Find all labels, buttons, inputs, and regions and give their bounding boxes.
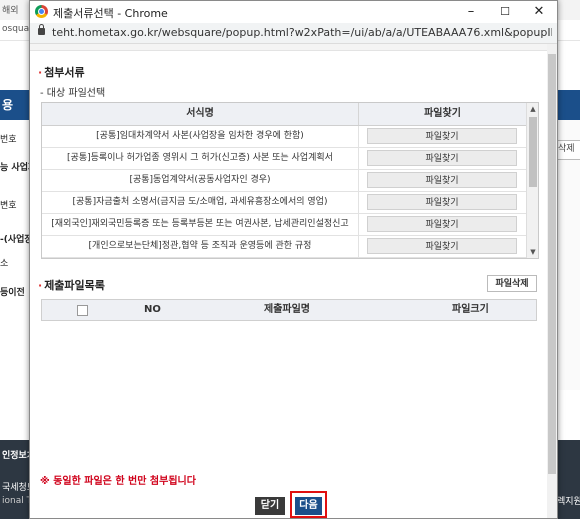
- title-bar: 제출서류선택 - Chrome – ☐ ✕: [30, 1, 557, 23]
- file-search-button[interactable]: 파일찾기: [367, 150, 517, 166]
- col-file-name: 제출파일명: [264, 304, 310, 315]
- file-search-button[interactable]: 파일찾기: [367, 172, 517, 188]
- window-scrollbar-thumb[interactable]: [548, 54, 556, 474]
- next-button-highlight: 다음: [290, 491, 327, 518]
- minimize-button[interactable]: –: [454, 1, 488, 23]
- bg-footer-text: 렉지원: [557, 497, 580, 507]
- form-name: [공통]등록이나 허가업종 영위시 그 허가(신고증) 사본 또는 사업계획서: [42, 148, 359, 169]
- scrollbar-thumb[interactable]: [529, 117, 537, 187]
- content-top-strip: [30, 44, 557, 51]
- table-row: [재외국인]재외국민등록증 또는 등록부등본 또는 여권사본, 납세관리인설정신…: [42, 214, 526, 236]
- file-list-header: NO 제출파일명 파일크기: [41, 299, 537, 321]
- table-row: [공통]등록이나 허가업종 영위시 그 허가(신고증) 사본 또는 사업계획서 …: [42, 148, 526, 170]
- popup-window: 제출서류선택 - Chrome – ☐ ✕ teht.hometax.go.kr…: [29, 0, 558, 519]
- col-form-name: 서식명: [42, 103, 359, 125]
- bg-delete-button[interactable]: 삭제: [557, 140, 580, 160]
- col-file-search: 파일찾기: [424, 108, 461, 119]
- file-list-body: [41, 321, 537, 461]
- table-row: [공통]자금출처 소명서(금지금 도/소매업, 과세유흥장소에서의 영업) 파일…: [42, 192, 526, 214]
- form-name: [공통]동업계약서(공동사업자인 경우): [42, 170, 359, 191]
- file-search-button[interactable]: 파일찾기: [367, 128, 517, 144]
- close-window-button[interactable]: ✕: [522, 1, 556, 23]
- form-name: [개인으로보는단체]정관,협약 등 조직과 운영등에 관한 규정: [42, 236, 359, 257]
- window-title: 제출서류선택 - Chrome: [53, 7, 168, 20]
- chrome-icon: [35, 5, 48, 18]
- file-search-button[interactable]: 파일찾기: [367, 238, 517, 254]
- col-no: NO: [144, 304, 161, 315]
- window-scrollbar[interactable]: [547, 44, 557, 518]
- attach-table: 서식명 파일찾기 [공통]임대차계약서 사본(사업장을 임차한 경우에 한함) …: [41, 102, 539, 259]
- maximize-button[interactable]: ☐: [488, 1, 522, 23]
- duplicate-notice: ※ 동일한 파일은 한 번만 첨부됩니다: [40, 476, 196, 487]
- file-search-button[interactable]: 파일찾기: [367, 216, 517, 232]
- table-row: [개인으로보는단체]정관,협약 등 조직과 운영등에 관한 규정 파일찾기: [42, 236, 526, 258]
- bg-right-header: [557, 90, 580, 120]
- delete-file-button[interactable]: 파일삭제: [487, 275, 537, 292]
- close-button[interactable]: 닫기: [255, 497, 285, 515]
- attach-table-scrollbar[interactable]: ▲ ▼: [526, 103, 538, 258]
- url-text[interactable]: teht.hometax.go.kr/websquare/popup.html?…: [52, 26, 552, 39]
- attach-table-header: 서식명 파일찾기: [42, 103, 526, 126]
- form-name: [재외국인]재외국민등록증 또는 등록부등본 또는 여권사본, 납세관리인설정신…: [42, 214, 359, 235]
- next-button[interactable]: 다음: [295, 497, 322, 515]
- table-row: [공통]임대차계약서 사본(사업장을 임차한 경우에 한함) 파일찾기: [42, 126, 526, 148]
- file-search-button[interactable]: 파일찾기: [367, 194, 517, 210]
- scroll-up-arrow-icon[interactable]: ▲: [527, 103, 538, 115]
- form-name: [공통]임대차계약서 사본(사업장을 임차한 경우에 한함): [42, 126, 359, 147]
- address-bar[interactable]: teht.hometax.go.kr/websquare/popup.html?…: [30, 23, 557, 44]
- form-name: [공통]자금출처 소명서(금지금 도/소매업, 과세유흥장소에서의 영업): [42, 192, 359, 213]
- popup-content: 첨부서류 - 대상 파일선택 서식명 파일찾기 [공통]임대차계약서 사본(사업…: [30, 44, 557, 518]
- lock-icon: [38, 24, 45, 35]
- col-file-size: 파일크기: [452, 304, 489, 315]
- bg-bookmark-text: 해외: [2, 6, 19, 16]
- attach-subtitle: - 대상 파일선택: [40, 88, 106, 99]
- scroll-down-arrow-icon[interactable]: ▼: [527, 246, 538, 258]
- bg-right-panel: [556, 90, 580, 390]
- attach-section-title: 첨부서류: [38, 64, 84, 80]
- table-row: [공통]동업계약서(공동사업자인 경우) 파일찾기: [42, 170, 526, 192]
- file-list-title: 제출파일목록: [38, 277, 105, 293]
- select-all-checkbox[interactable]: [77, 305, 88, 316]
